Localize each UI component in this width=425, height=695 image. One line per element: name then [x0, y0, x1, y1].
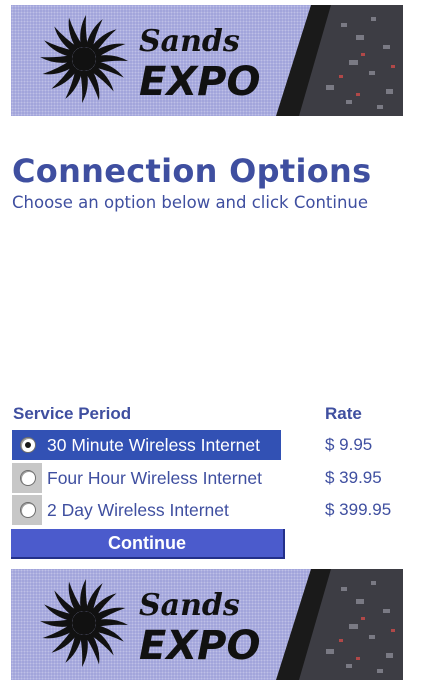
radio-cell[interactable]: [12, 495, 42, 525]
sands-expo-banner-bottom: Sands EXPO: [11, 569, 403, 680]
radio-button-2-day[interactable]: [20, 502, 36, 518]
continue-button[interactable]: Continue: [11, 529, 285, 559]
sands-expo-logo: Sands EXPO: [40, 5, 403, 116]
page-title: Connection Options: [12, 152, 372, 190]
page-subtitle: Choose an option below and click Continu…: [12, 193, 369, 212]
option-label-2-day[interactable]: 2 Day Wireless Internet: [42, 495, 229, 525]
sands-expo-logo: Sands EXPO: [40, 569, 403, 680]
column-header-service-period: Service Period: [13, 404, 132, 423]
radio-button-four-hour[interactable]: [20, 470, 36, 486]
option-label-four-hour[interactable]: Four Hour Wireless Internet: [42, 463, 262, 493]
radio-cell[interactable]: [12, 463, 42, 493]
rate-four-hour: $ 39.95: [325, 468, 382, 487]
rate-30-minute: $ 9.95: [325, 435, 373, 454]
logo-word-top: Sands: [139, 588, 240, 623]
column-header-rate: Rate: [325, 404, 362, 423]
rate-2-day: $ 399.95: [325, 500, 392, 519]
option-row-2-day[interactable]: 2 Day Wireless Internet $ 399.95: [12, 495, 412, 525]
option-row-four-hour[interactable]: Four Hour Wireless Internet $ 39.95: [12, 463, 412, 493]
logo-word-bottom: EXPO: [139, 623, 260, 669]
option-row-30-minute[interactable]: 30 Minute Wireless Internet $ 9.95: [12, 430, 412, 460]
option-label-30-minute[interactable]: 30 Minute Wireless Internet: [42, 430, 281, 460]
logo-word-bottom: EXPO: [139, 59, 260, 105]
radio-cell[interactable]: [12, 430, 42, 460]
radio-button-30-minute[interactable]: [20, 437, 36, 453]
sands-expo-banner-top: Sands EXPO: [11, 5, 403, 116]
logo-word-top: Sands: [139, 24, 240, 59]
radio-selected-dot: [25, 442, 31, 448]
